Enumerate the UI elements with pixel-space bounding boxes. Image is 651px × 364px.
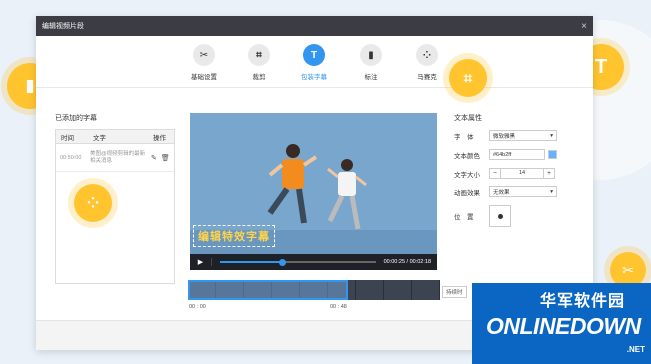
close-icon[interactable]: ×: [581, 21, 587, 32]
watermark-net: .NET: [626, 345, 645, 354]
font-value: 微软雅黑: [493, 133, 516, 140]
column-header-text: 文字: [93, 134, 106, 142]
seek-handle[interactable]: [279, 258, 286, 266]
animation-row: 动画效果 无效果 ▾: [454, 186, 557, 197]
size-stepper: − 14 +: [489, 168, 555, 179]
plus-button[interactable]: +: [543, 169, 554, 178]
tool-tabs: ✂ 基础设置 ⌗ 裁剪 T 包装字幕 ▮ 标注 ⁘ 马赛克: [36, 44, 593, 102]
animation-select[interactable]: 无效果 ▾: [489, 186, 557, 197]
timeline-frame: [356, 280, 384, 300]
window-titlebar: 编辑视频片段 ×: [36, 16, 593, 36]
play-icon[interactable]: ▶: [190, 258, 212, 266]
tab-subtitles[interactable]: T 包装字幕: [294, 44, 334, 81]
timeline-start-time: 00 : 00: [189, 304, 206, 310]
subtitle-text: 美图@视频剪辑的最新相关消息: [90, 150, 146, 164]
size-label: 文字大小: [454, 171, 480, 179]
position-dot: [497, 213, 503, 219]
color-swatch[interactable]: [548, 150, 557, 159]
subtitle-caption[interactable]: 编辑特效字幕: [193, 225, 275, 247]
subtitle-time: 00:50:00: [60, 154, 82, 161]
minus-button[interactable]: −: [490, 169, 501, 178]
tab-mosaic[interactable]: ⁘ 马赛克: [407, 44, 447, 81]
timeline-selection[interactable]: [188, 280, 348, 300]
font-label: 字 体: [454, 133, 474, 141]
toolbar-divider: [36, 87, 593, 88]
position-row: 位 置: [454, 205, 511, 227]
seek-fill: [220, 261, 282, 263]
bookmark-icon: ▮: [360, 44, 382, 66]
table-row[interactable]: 00:50:00 美图@视频剪辑的最新相关消息 ✎ 🗑: [56, 144, 174, 172]
playback-time: 00:00:25 / 00:02:18: [383, 259, 431, 265]
watermark-en: ONLINEDOWN: [486, 313, 641, 339]
position-picker[interactable]: [489, 205, 511, 227]
watermark-cn: 华军软件园: [540, 293, 626, 310]
tab-label: 马赛克: [417, 74, 437, 81]
color-input[interactable]: #64b2ff: [489, 149, 545, 160]
size-row: 文字大小 − 14 +: [454, 168, 555, 179]
mosaic-badge-icon: ⁘: [74, 184, 112, 222]
subtitle-table: 时间 文字 操作 00:50:00 美图@视频剪辑的最新相关消息 ✎ 🗑: [55, 129, 175, 284]
animation-value: 无效果: [493, 189, 510, 196]
timeline-mark-time: 00 : 48: [330, 304, 347, 310]
tab-label: 标注: [364, 74, 378, 81]
mosaic-icon: ⁘: [416, 44, 438, 66]
animation-label: 动画效果: [454, 189, 480, 197]
column-header-time: 时间: [61, 134, 74, 142]
text-properties-title: 文本属性: [454, 115, 482, 122]
tab-label: 包装字幕: [301, 74, 327, 81]
scissors-icon: ✂: [193, 44, 215, 66]
timeline-frame: [412, 280, 440, 300]
color-row: 文本颜色 #64b2ff: [454, 149, 557, 160]
subtitle-list-title: 已添加的字幕: [55, 115, 97, 122]
video-preview[interactable]: 编辑特效字幕 ▶ 00:00:25 / 00:02:18: [190, 113, 437, 270]
crop-icon: ⌗: [248, 44, 270, 66]
chevron-down-icon: ▾: [550, 132, 553, 139]
edit-icon[interactable]: ✎: [151, 154, 157, 162]
tab-label: 裁剪: [252, 74, 266, 81]
delete-icon[interactable]: 🗑: [161, 154, 170, 162]
window-title: 编辑视频片段: [42, 23, 84, 30]
row-actions: ✎ 🗑: [148, 154, 174, 162]
tab-annotate[interactable]: ▮ 标注: [351, 44, 391, 81]
size-value[interactable]: 14: [501, 169, 543, 178]
timeline-frame: [384, 280, 412, 300]
duration-hint: 持续时: [442, 286, 467, 298]
tab-basic-settings[interactable]: ✂ 基础设置: [184, 44, 224, 81]
position-label: 位 置: [454, 214, 474, 221]
seek-bar[interactable]: [220, 258, 376, 266]
chevron-down-icon: ▾: [550, 188, 553, 195]
crop-badge-icon: ⌗: [449, 59, 487, 97]
column-header-actions: 操作: [153, 134, 166, 142]
font-row: 字 体 微软雅黑 ▾: [454, 130, 557, 141]
onlinedown-watermark: 华军软件园 ONLINEDOWN .NET: [472, 283, 651, 364]
tab-crop[interactable]: ⌗ 裁剪: [239, 44, 279, 81]
tab-label: 基础设置: [191, 74, 217, 81]
color-label: 文本颜色: [454, 152, 480, 160]
font-select[interactable]: 微软雅黑 ▾: [489, 130, 557, 141]
player-controls: ▶ 00:00:25 / 00:02:18: [190, 254, 437, 270]
table-header: 时间 文字 操作: [56, 130, 174, 144]
text-icon: T: [303, 44, 325, 66]
